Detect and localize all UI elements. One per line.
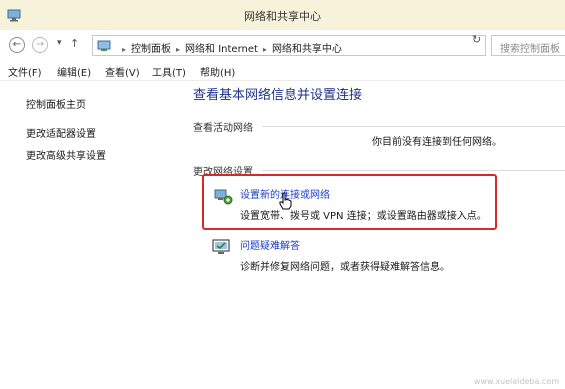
- menu-tools[interactable]: 工具(T): [152, 64, 186, 79]
- control-panel-icon: [97, 40, 111, 51]
- setup-connection-description: 设置宽带、拨号或 VPN 连接；或设置路由器或接入点。: [240, 211, 487, 222]
- breadcrumb-control-panel[interactable]: 控制面板: [131, 44, 171, 55]
- address-box[interactable]: ▸控制面板▸网络和 Internet▸网络和共享中心 ⌄: [92, 35, 559, 56]
- address-bar: ← → ▾ ↑ ▸控制面板▸网络和 Internet▸网络和共享中心 ⌄ ↻ 搜…: [0, 30, 565, 60]
- divider: [262, 126, 565, 127]
- breadcrumb-network-internet[interactable]: 网络和 Internet: [185, 44, 258, 55]
- hand-cursor-icon: [279, 192, 292, 210]
- search-input[interactable]: 搜索控制面板: [491, 35, 565, 56]
- sidebar-item-control-panel-home[interactable]: 控制面板主页: [26, 96, 86, 111]
- back-button[interactable]: ←: [9, 37, 25, 53]
- title-bar: 网络和共享中心: [0, 0, 565, 31]
- network-setup-icon[interactable]: [213, 187, 233, 207]
- troubleshoot-link[interactable]: 问题疑难解答: [240, 237, 300, 252]
- forward-arrow-icon: →: [35, 39, 45, 50]
- menu-edit[interactable]: 编辑(E): [57, 64, 91, 79]
- troubleshoot-description: 诊断并修复网络问题，或者获得疑难解答信息。: [240, 262, 450, 273]
- menu-help[interactable]: 帮助(H): [200, 64, 235, 79]
- breadcrumb-separator-icon[interactable]: ▸: [263, 45, 267, 54]
- up-arrow-icon[interactable]: ↑: [70, 37, 79, 50]
- no-connection-status: 你目前没有连接到任何网络。: [372, 137, 502, 148]
- breadcrumb-network-sharing-center[interactable]: 网络和共享中心: [272, 44, 342, 55]
- page-title: 查看基本网络信息并设置连接: [193, 88, 363, 103]
- sidebar-item-change-adapter-settings[interactable]: 更改适配器设置: [26, 125, 96, 140]
- troubleshoot-icon[interactable]: [211, 237, 231, 257]
- active-networks-label: 查看活动网络: [193, 123, 253, 134]
- sidebar-item-change-advanced-sharing[interactable]: 更改高级共享设置: [26, 147, 106, 162]
- breadcrumb-separator-icon[interactable]: ▸: [122, 45, 126, 54]
- menu-file[interactable]: 文件(F): [8, 64, 42, 79]
- watermark: www.xuelaideba.com: [473, 377, 559, 386]
- menu-bar: 文件(F) 编辑(E) 查看(V) 工具(T) 帮助(H): [0, 60, 565, 81]
- refresh-icon[interactable]: ↻: [472, 33, 481, 46]
- search-placeholder: 搜索控制面板: [500, 44, 560, 55]
- breadcrumb-separator-icon[interactable]: ▸: [176, 45, 180, 54]
- sidebar: 控制面板主页 更改适配器设置 更改高级共享设置: [0, 81, 185, 389]
- breadcrumb: ▸ 控制面板 ▸ 网络和 Internet ▸ 网络和共享中心: [117, 40, 342, 55]
- window-title: 网络和共享中心: [244, 10, 321, 23]
- menu-view[interactable]: 查看(V): [105, 64, 140, 79]
- back-arrow-icon: ←: [12, 39, 22, 50]
- forward-button[interactable]: →: [32, 37, 48, 53]
- divider: [262, 170, 565, 171]
- recent-pages-chevron-icon[interactable]: ▾: [57, 38, 62, 48]
